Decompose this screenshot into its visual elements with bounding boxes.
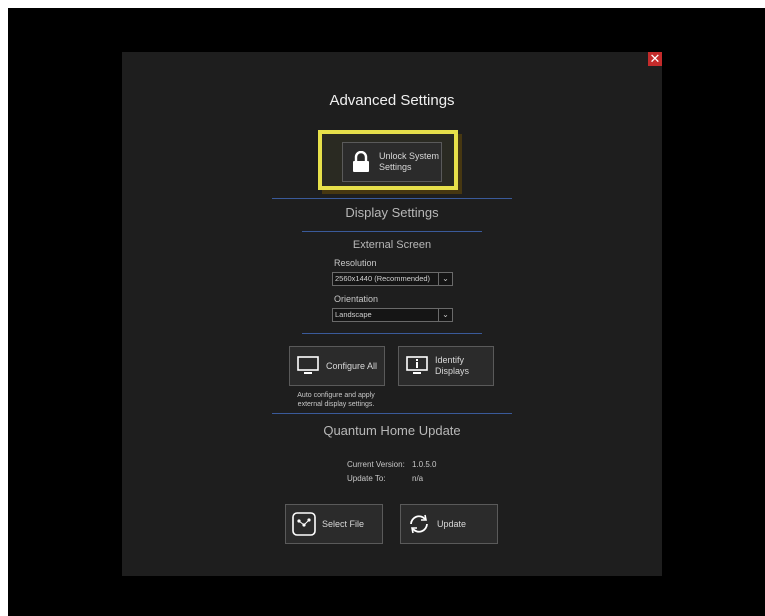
update-section-title: Quantum Home Update — [323, 423, 461, 438]
chevron-down-icon: ⌄ — [438, 309, 452, 321]
orientation-label: Orientation — [334, 294, 379, 304]
configure-caption-line2: external display settings. — [297, 401, 375, 408]
identify-label: Identify Displays — [435, 355, 469, 377]
display-settings-title: Display Settings — [345, 205, 439, 220]
identify-label-line2: Displays — [435, 366, 470, 376]
configure-caption: Auto configure and apply external displa… — [276, 391, 396, 409]
resolution-label: Resolution — [334, 258, 377, 268]
separator-update — [272, 413, 512, 414]
close-icon: ✕ — [649, 51, 661, 66]
unlock-label-line2: Settings — [379, 162, 412, 172]
configure-all-label: Configure All — [326, 360, 378, 371]
update-button[interactable]: Update — [400, 504, 498, 544]
current-version-label: Current Version: — [347, 460, 405, 469]
chevron-down-icon: ⌄ — [438, 273, 452, 285]
update-label: Update — [437, 518, 467, 529]
identify-label-line1: Identify — [435, 355, 465, 365]
file-select-icon — [286, 505, 322, 543]
configure-caption-line1: Auto configure and apply — [297, 392, 375, 399]
close-button[interactable]: ✕ — [648, 52, 662, 66]
unlock-system-settings-button[interactable]: Unlock System Settings — [342, 142, 442, 182]
monitor-info-icon — [399, 347, 435, 385]
unlock-label-line1: Unlock System — [379, 151, 440, 161]
current-version-value: 1.0.5.0 — [412, 460, 437, 469]
resolution-value: 2560x1440 (Recommended) — [335, 274, 431, 283]
update-to-value: n/a — [412, 474, 424, 483]
configure-all-button[interactable]: Configure All — [289, 346, 385, 386]
separator-external — [302, 333, 482, 334]
page-title: Advanced Settings — [329, 92, 455, 109]
separator-top — [272, 198, 512, 199]
update-to-label: Update To: — [347, 474, 386, 483]
unlock-label: Unlock System Settings — [379, 151, 439, 173]
resolution-select[interactable]: 2560x1440 (Recommended) ⌄ — [332, 272, 453, 286]
orientation-value: Landscape — [335, 310, 372, 319]
external-screen-title: External Screen — [352, 239, 432, 251]
orientation-select[interactable]: Landscape ⌄ — [332, 308, 453, 322]
select-file-label: Select File — [322, 518, 365, 529]
refresh-icon — [401, 505, 437, 543]
identify-displays-button[interactable]: Identify Displays — [398, 346, 494, 386]
separator-display — [302, 231, 482, 232]
select-file-button[interactable]: Select File — [285, 504, 383, 544]
monitor-icon — [290, 347, 326, 385]
lock-icon — [343, 143, 379, 181]
